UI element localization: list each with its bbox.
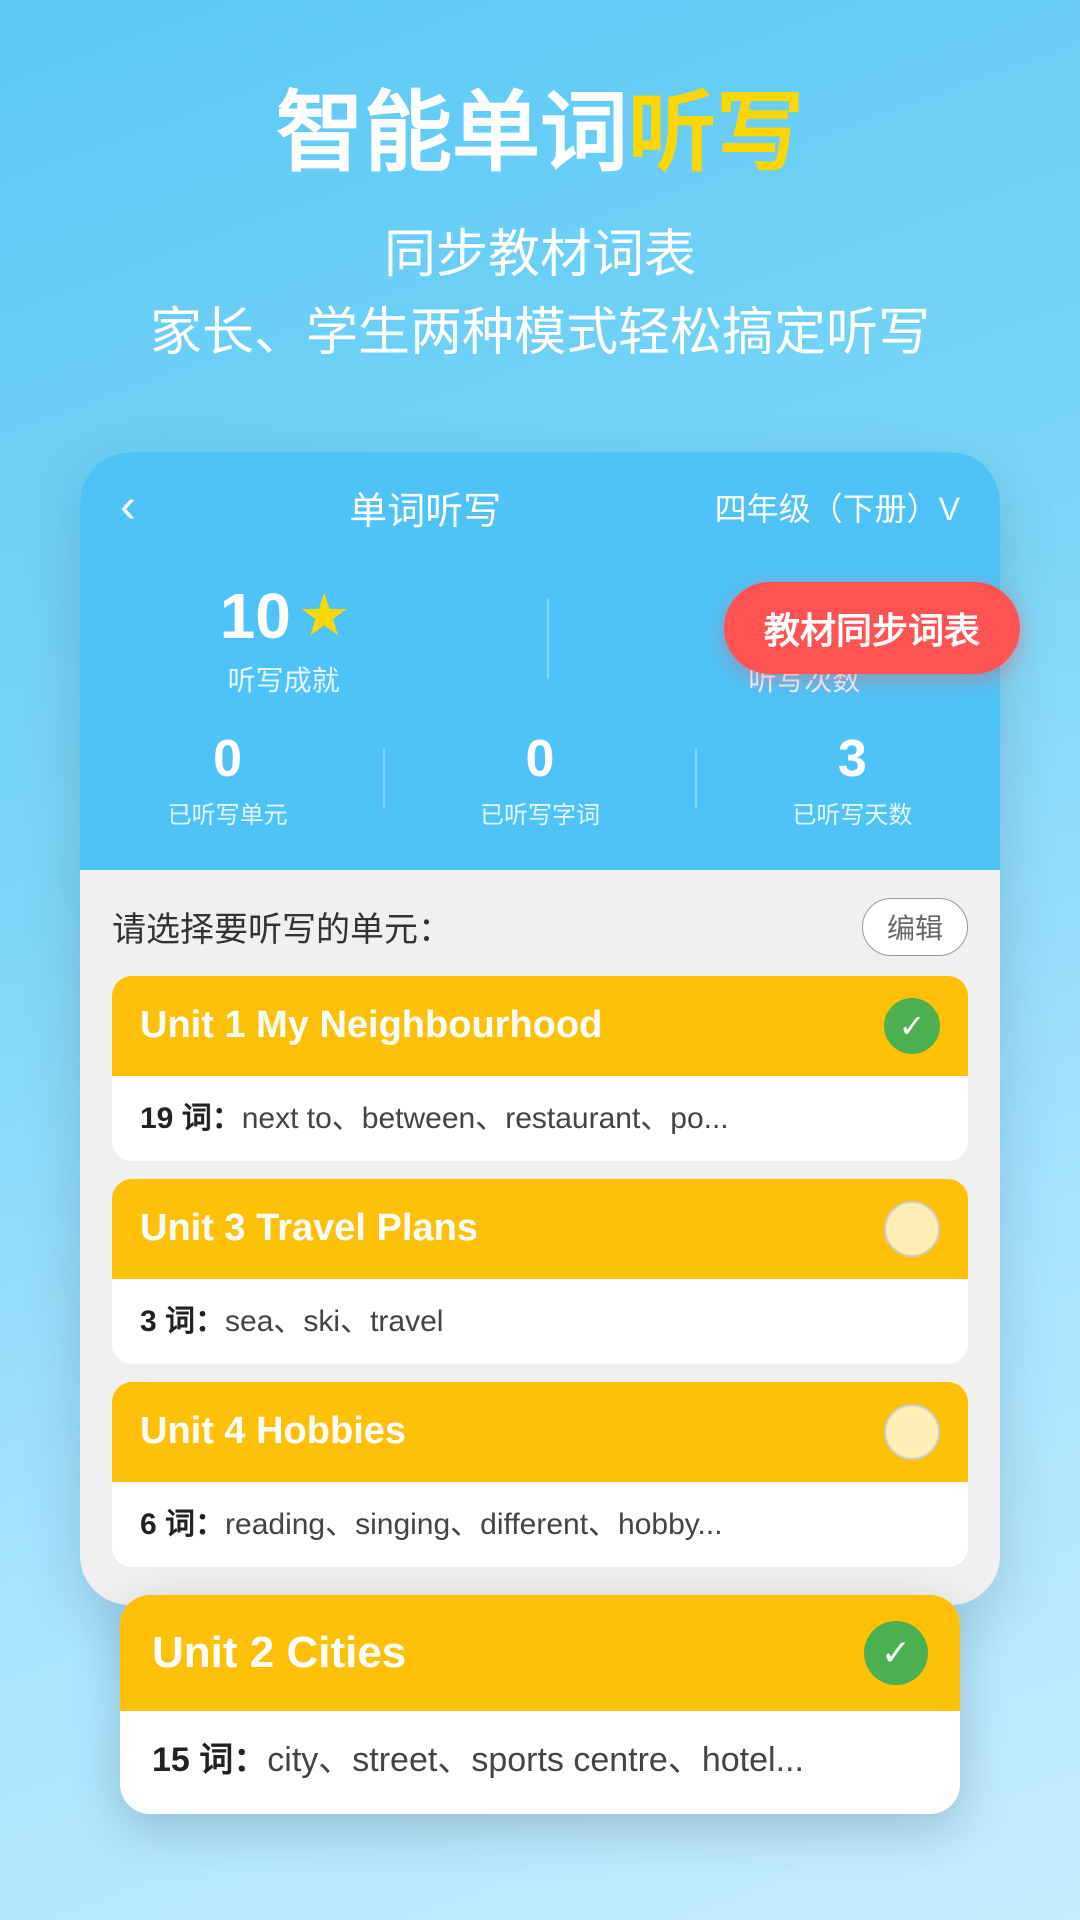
unit-3-word-list: sea、ski、travel: [225, 1305, 443, 1338]
tooltip-badge: 教材同步词表: [724, 582, 1020, 674]
unit-3-word-count: 3 词：: [140, 1305, 225, 1338]
hero-section: 智能单词听写 同步教材词表 家长、学生两种模式轻松搞定听写: [0, 0, 1080, 412]
back-button[interactable]: ‹: [120, 483, 136, 531]
phone-mockup: 教材同步词表 ‹ 单词听写 四年级（下册）V 10 ★ 听写成就 13: [80, 452, 1000, 1814]
words-value: 0: [480, 729, 600, 789]
words-label: 已听写字词: [480, 795, 600, 830]
floating-unit-2-card[interactable]: Unit 2 Cities ✓ 15 词：city、street、sports …: [120, 1595, 960, 1814]
unit-2-word-count: 15 词：: [152, 1741, 267, 1779]
unit-1-header: Unit 1 My Neighbourhood ✓: [112, 976, 968, 1076]
unit-2-word-list: city、street、sports centre、hotel...: [267, 1741, 804, 1779]
unit-1-word-list: next to、between、restaurant、po...: [242, 1102, 729, 1135]
hero-title-main: 智能单词: [276, 83, 628, 182]
stats-divider-1: [547, 599, 549, 679]
unit-4-name: Unit 4 Hobbies: [140, 1410, 406, 1453]
topbar-grade: 四年级（下册）V: [715, 484, 960, 530]
achievement-value: 10 ★: [220, 579, 348, 653]
star-icon: ★: [301, 586, 348, 646]
unit-3-header: Unit 3 Travel Plans: [112, 1179, 968, 1279]
stats-divider-3: [695, 749, 697, 809]
stat-units: 0 已听写单元: [168, 729, 288, 830]
achievement-number: 10: [220, 579, 291, 653]
hero-title-highlight: 听写: [628, 83, 804, 182]
unit-2-words: 15 词：city、street、sports centre、hotel...: [120, 1711, 960, 1814]
unit-card-3[interactable]: Unit 3 Travel Plans 3 词：sea、ski、travel: [112, 1179, 968, 1364]
unit-list-area: 请选择要听写的单元： 编辑 Unit 1 My Neighbourhood ✓ …: [80, 870, 1000, 1605]
hero-subtitle-line2: 家长、学生两种模式轻松搞定听写: [40, 294, 1040, 372]
unit-3-name: Unit 3 Travel Plans: [140, 1207, 478, 1250]
achievement-label: 听写成就: [220, 659, 348, 699]
unit-4-word-list: reading、singing、different、hobby...: [225, 1508, 723, 1541]
unit-1-check: ✓: [884, 998, 940, 1054]
days-value: 3: [792, 729, 912, 789]
unit-card-4[interactable]: Unit 4 Hobbies 6 词：reading、singing、diffe…: [112, 1382, 968, 1567]
unit-2-header: Unit 2 Cities ✓: [120, 1595, 960, 1711]
unit-list-prompt: 请选择要听写的单元：: [112, 902, 452, 951]
unit-4-words: 6 词：reading、singing、different、hobby...: [112, 1482, 968, 1567]
stats-bottom: 0 已听写单元 0 已听写字词 3 已听写天数: [120, 729, 960, 830]
unit-2-name: Unit 2 Cities: [152, 1628, 406, 1678]
unit-4-check: [884, 1404, 940, 1460]
stats-divider-2: [383, 749, 385, 809]
unit-3-check: [884, 1201, 940, 1257]
unit-list-header: 请选择要听写的单元： 编辑: [112, 898, 968, 956]
unit-1-word-count: 19 词：: [140, 1102, 242, 1135]
unit-4-header: Unit 4 Hobbies: [112, 1382, 968, 1482]
unit-card-1[interactable]: Unit 1 My Neighbourhood ✓ 19 词：next to、b…: [112, 976, 968, 1161]
units-label: 已听写单元: [168, 795, 288, 830]
stat-days: 3 已听写天数: [792, 729, 912, 830]
hero-subtitle: 同步教材词表 家长、学生两种模式轻松搞定听写: [40, 216, 1040, 372]
unit-1-words: 19 词：next to、between、restaurant、po...: [112, 1076, 968, 1161]
unit-4-word-count: 6 词：: [140, 1508, 225, 1541]
unit-2-check: ✓: [864, 1621, 928, 1685]
stat-words: 0 已听写字词: [480, 729, 600, 830]
topbar-title: 单词听写: [349, 480, 501, 535]
hero-subtitle-line1: 同步教材词表: [40, 216, 1040, 294]
phone-topbar: ‹ 单词听写 四年级（下册）V: [80, 452, 1000, 559]
hero-title: 智能单词听写: [40, 80, 1040, 186]
edit-button[interactable]: 编辑: [862, 898, 968, 956]
unit-1-name: Unit 1 My Neighbourhood: [140, 1004, 602, 1047]
unit-3-words: 3 词：sea、ski、travel: [112, 1279, 968, 1364]
days-label: 已听写天数: [792, 795, 912, 830]
units-value: 0: [168, 729, 288, 789]
stat-achievement: 10 ★ 听写成就: [220, 579, 348, 699]
